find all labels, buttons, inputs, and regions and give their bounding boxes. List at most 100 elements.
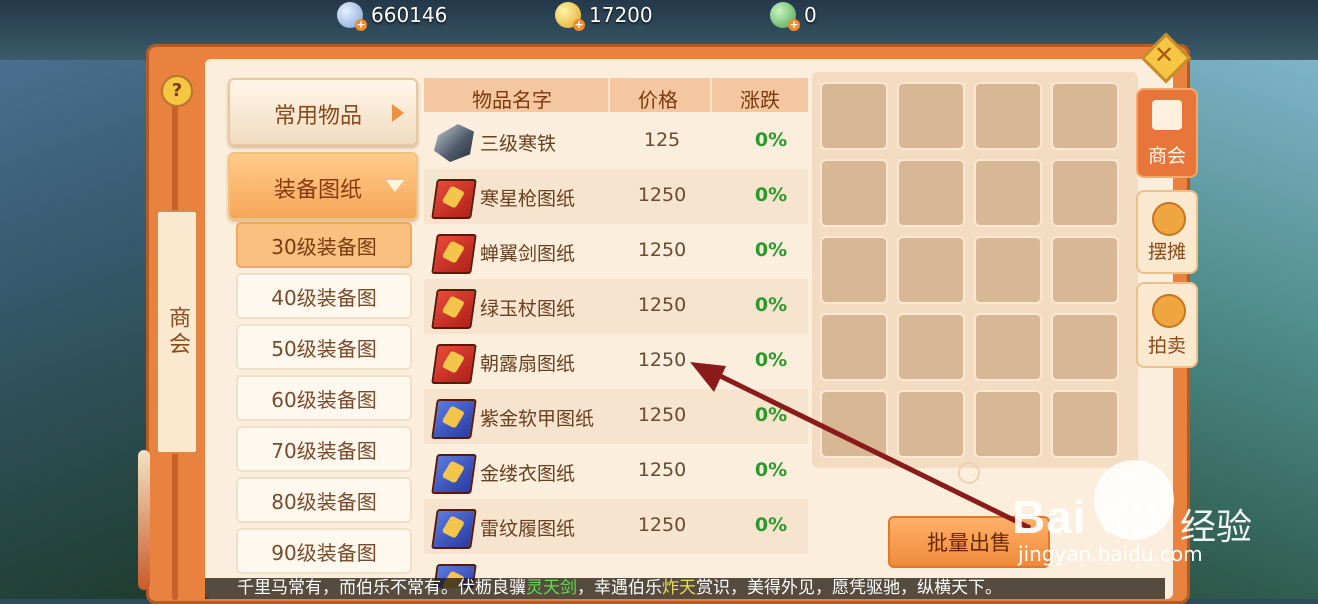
category-common-items-button[interactable]: 常用物品 <box>228 78 418 146</box>
item-change: 0% <box>754 129 788 151</box>
silver-currency[interactable]: + 660146 <box>337 2 447 31</box>
item-change: 0% <box>754 239 788 261</box>
table-row[interactable]: 三级寒铁 125 0% <box>424 114 808 169</box>
inventory-slot[interactable] <box>974 159 1042 227</box>
marquee-highlight-player: 炸天 <box>662 578 696 598</box>
sub-category-80[interactable]: 80级装备图 <box>236 477 412 523</box>
table-row[interactable]: 朝露扇图纸 1250 0% <box>424 334 808 389</box>
red-book-icon <box>431 230 477 274</box>
marquee-highlight-player: 灵天剑 <box>526 578 577 598</box>
item-change: 0% <box>754 459 788 481</box>
inventory-slot[interactable] <box>820 159 888 227</box>
header-price: 价格 <box>638 88 678 112</box>
baidu-watermark: Bai du 经验 jingyan.baidu.com <box>1012 460 1262 580</box>
table-row[interactable]: 蝉翼剑图纸 1250 0% <box>424 224 808 279</box>
inventory-slot[interactable] <box>1051 82 1119 150</box>
table-row[interactable]: 金缕衣图纸 1250 0% <box>424 444 808 499</box>
inventory-slot[interactable] <box>974 82 1042 150</box>
jade-amount: 0 <box>804 3 817 27</box>
sub-category-90[interactable]: 90级装备图 <box>236 528 412 574</box>
item-name: 绿玉杖图纸 <box>480 298 576 320</box>
blue-book-icon <box>431 395 477 439</box>
item-name: 金缕衣图纸 <box>480 463 576 485</box>
marquee-text: ，幸遇伯乐 <box>577 578 662 598</box>
gold-ingot-icon: + <box>555 2 585 31</box>
tab-guild-label: 商会 <box>1147 145 1186 167</box>
left-rail: ? 商会 <box>138 60 198 600</box>
sub-category-30[interactable]: 30级装备图 <box>236 222 412 268</box>
table-row[interactable]: 雷纹履图纸 1250 0% <box>424 499 808 554</box>
red-book-icon <box>431 285 477 329</box>
inventory-grid <box>812 72 1138 468</box>
header-item-name: 物品名字 <box>472 88 552 112</box>
marquee-text: 赏识，美得外见，愿凭驱驰，纵横天下。 <box>696 578 1002 598</box>
item-price: 1250 <box>637 349 687 371</box>
item-change: 0% <box>754 404 788 426</box>
inventory-slot[interactable] <box>1051 236 1119 304</box>
announcement-marquee: 千里马常有，而伯乐不常有。伏枥良骥灵天剑，幸遇伯乐炸天赏识，美得外见，愿凭驱驰，… <box>205 578 1165 599</box>
item-price: 1250 <box>637 514 687 536</box>
inventory-slot[interactable] <box>897 313 965 381</box>
tab-stall-label: 摆摊 <box>1147 241 1186 263</box>
page-indicator-dot <box>958 462 980 484</box>
header-change: 涨跌 <box>740 88 780 112</box>
item-price: 125 <box>643 129 681 151</box>
item-name: 紫金软甲图纸 <box>480 408 595 430</box>
item-change: 0% <box>754 184 788 206</box>
inventory-slot[interactable] <box>1051 390 1119 458</box>
red-book-icon <box>431 175 477 219</box>
category-equip-label: 装备图纸 <box>274 178 363 203</box>
rail-title-tag: 商会 <box>156 210 198 454</box>
sub-category-60[interactable]: 60级装备图 <box>236 375 412 421</box>
item-name: 雷纹履图纸 <box>480 518 576 540</box>
silver-coin-icon: + <box>337 2 367 31</box>
item-change: 0% <box>754 514 788 536</box>
tab-auction[interactable]: 拍卖 <box>1136 282 1198 368</box>
header-divider <box>710 78 712 112</box>
close-button[interactable]: ✕ <box>1140 32 1192 84</box>
tab-auction-label: 拍卖 <box>1147 335 1186 357</box>
close-icon: ✕ <box>1153 41 1175 69</box>
rail-title: 商会 <box>165 306 190 358</box>
help-button[interactable]: ? <box>161 75 193 107</box>
sub-category-50[interactable]: 50级装备图 <box>236 324 412 370</box>
inventory-slot[interactable] <box>974 313 1042 381</box>
marquee-text: 千里马常有，而伯乐不常有。伏枥良骥 <box>237 578 526 598</box>
jade-currency[interactable]: + 0 <box>770 2 817 31</box>
inventory-slot[interactable] <box>974 236 1042 304</box>
inventory-slot[interactable] <box>1051 159 1119 227</box>
tab-guild[interactable]: 商会 <box>1136 88 1198 178</box>
inventory-slot[interactable] <box>820 82 888 150</box>
inventory-slot[interactable] <box>820 313 888 381</box>
chevron-right-icon <box>392 104 404 122</box>
sub-category-70[interactable]: 70级装备图 <box>236 426 412 472</box>
inventory-slot[interactable] <box>897 82 965 150</box>
category-equipment-blueprints-button[interactable]: 装备图纸 <box>228 152 418 220</box>
table-row[interactable]: 寒星枪图纸 1250 0% <box>424 169 808 224</box>
item-name: 蝉翼剑图纸 <box>480 243 576 265</box>
inventory-slot[interactable] <box>1051 313 1119 381</box>
blue-book-icon <box>431 505 477 549</box>
gold-currency[interactable]: + 17200 <box>555 2 653 31</box>
ore-icon <box>432 120 476 164</box>
item-price: 1250 <box>637 459 687 481</box>
background-left-garden <box>0 60 150 599</box>
jade-coin-icon: + <box>770 2 800 31</box>
inventory-slot[interactable] <box>897 236 965 304</box>
item-name: 寒星枪图纸 <box>480 188 576 210</box>
inventory-slot[interactable] <box>974 390 1042 458</box>
item-price: 1250 <box>637 404 687 426</box>
tab-stall[interactable]: 摆摊 <box>1136 190 1198 274</box>
watermark-url: jingyan.baidu.com <box>1018 542 1203 566</box>
item-change: 0% <box>754 294 788 316</box>
header-divider <box>608 78 610 112</box>
table-header: 物品名字 价格 涨跌 <box>424 78 808 112</box>
inventory-slot[interactable] <box>820 390 888 458</box>
tassel-ornament <box>138 450 150 590</box>
inventory-slot[interactable] <box>897 159 965 227</box>
table-row[interactable]: 绿玉杖图纸 1250 0% <box>424 279 808 334</box>
sub-category-40[interactable]: 40级装备图 <box>236 273 412 319</box>
inventory-slot[interactable] <box>820 236 888 304</box>
table-row[interactable]: 紫金软甲图纸 1250 0% <box>424 389 808 444</box>
inventory-slot[interactable] <box>897 390 965 458</box>
